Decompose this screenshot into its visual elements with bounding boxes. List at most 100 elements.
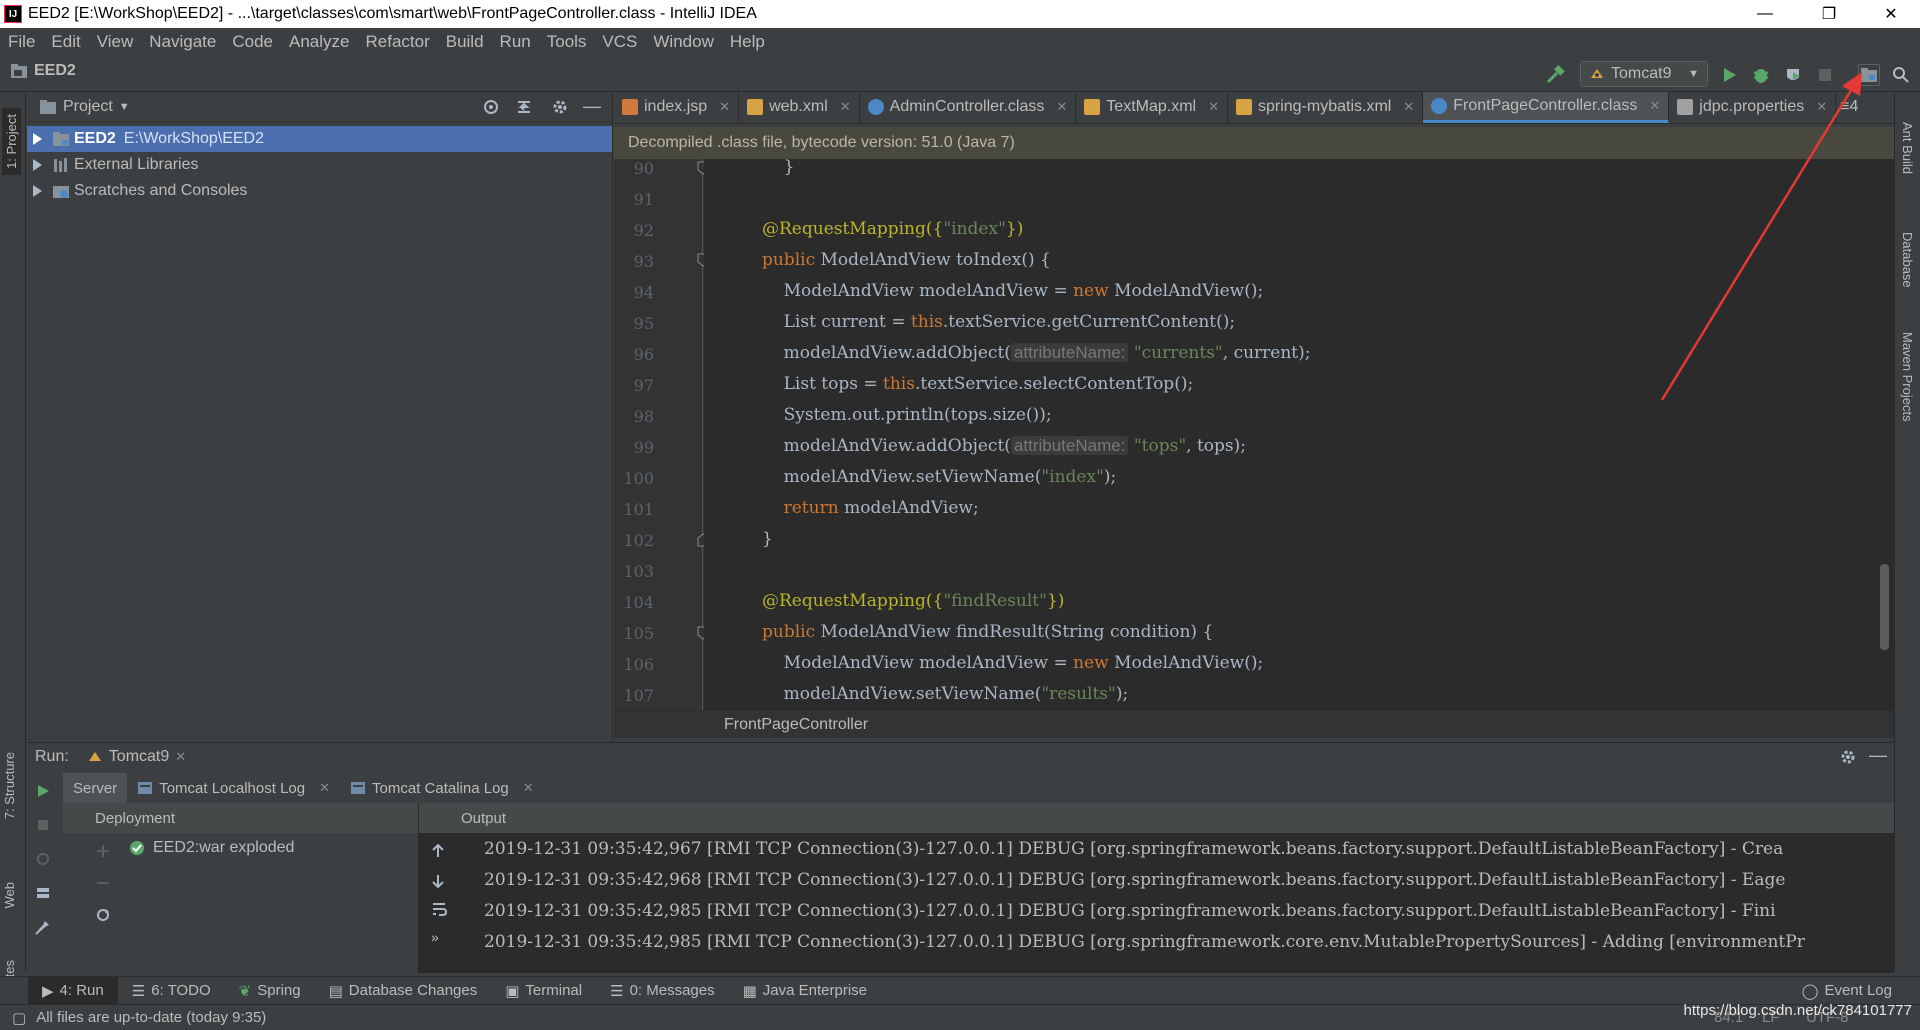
gear-icon[interactable] bbox=[551, 98, 569, 116]
tree-item-external-libraries[interactable]: External Libraries bbox=[27, 152, 612, 178]
close-tab-icon[interactable]: ✕ bbox=[1816, 99, 1827, 115]
tree-item-path: E:\WorkShop\EED2 bbox=[123, 130, 265, 147]
close-tab-icon[interactable]: ✕ bbox=[1403, 99, 1414, 115]
nav-project-crumb[interactable]: EED2 bbox=[10, 62, 76, 80]
tab-tomcat-localhost-log[interactable]: Tomcat Localhost Log ✕ bbox=[127, 773, 340, 803]
restore-button[interactable]: ❐ bbox=[1806, 0, 1852, 28]
console-output[interactable]: » 2019-12-31 09:35:42,967 [RMI TCP Conne… bbox=[419, 833, 1894, 973]
tab-label: Tomcat Localhost Log bbox=[159, 779, 306, 797]
tab-index-jsp[interactable]: index.jsp ✕ bbox=[614, 92, 740, 123]
maven-projects-tool-button[interactable]: Maven Projects bbox=[1900, 332, 1915, 422]
sync-icon[interactable] bbox=[95, 907, 111, 923]
tab-tomcat-catalina-log[interactable]: Tomcat Catalina Log ✕ bbox=[340, 773, 544, 803]
tool-window-spring[interactable]: ❦ Spring bbox=[225, 977, 315, 1005]
gear-icon[interactable] bbox=[1839, 748, 1857, 766]
stop-icon[interactable] bbox=[1814, 64, 1836, 86]
run-with-coverage-icon[interactable] bbox=[1782, 64, 1804, 86]
log-line: 2019-12-31 09:35:42,968 [RMI TCP Connect… bbox=[484, 870, 1786, 890]
close-tab-icon[interactable]: ✕ bbox=[1208, 99, 1219, 115]
hide-panel-icon[interactable]: — bbox=[583, 96, 601, 117]
tool-window-terminal[interactable]: ▣ Terminal bbox=[491, 977, 596, 1005]
structure-tool-button[interactable]: 7: Structure bbox=[2, 752, 17, 819]
build-hammer-icon[interactable] bbox=[1544, 64, 1566, 86]
hide-panel-icon[interactable]: — bbox=[1869, 745, 1887, 766]
run-configuration-select[interactable]: Tomcat9 ▼ bbox=[1580, 61, 1708, 87]
debug-icon[interactable] bbox=[1750, 64, 1772, 86]
locate-icon[interactable] bbox=[482, 98, 500, 116]
menu-vcs[interactable]: VCS bbox=[594, 32, 645, 52]
run-icon[interactable] bbox=[1718, 64, 1740, 86]
close-tab-icon[interactable]: ✕ bbox=[1649, 98, 1660, 114]
expand-arrow-icon[interactable] bbox=[33, 185, 42, 197]
tree-item-eed2[interactable]: EED2 E:\WorkShop\EED2 bbox=[27, 126, 612, 152]
tool-window-java-enterprise[interactable]: ▦ Java Enterprise bbox=[729, 977, 881, 1005]
scroll-up-icon[interactable] bbox=[431, 843, 445, 859]
web-tool-button[interactable]: Web bbox=[2, 882, 17, 909]
menu-refactor[interactable]: Refactor bbox=[357, 32, 437, 52]
menu-analyze[interactable]: Analyze bbox=[281, 32, 357, 52]
collapse-all-icon[interactable] bbox=[515, 98, 533, 116]
code-editor[interactable]: } @RequestMapping({"index"}) public Mode… bbox=[704, 159, 1894, 710]
close-tab-icon[interactable]: ✕ bbox=[523, 780, 534, 796]
menu-build[interactable]: Build bbox=[438, 32, 492, 52]
tool-window-todo[interactable]: ☰ 6: TODO bbox=[118, 977, 225, 1005]
tab-server[interactable]: Server bbox=[63, 773, 128, 803]
project-panel-title[interactable]: Project bbox=[63, 98, 113, 116]
status-toggle-icon[interactable]: ▢ bbox=[12, 1009, 26, 1027]
menu-window[interactable]: Window bbox=[645, 32, 721, 52]
expand-arrow-icon[interactable] bbox=[33, 133, 42, 145]
expand-arrow-icon[interactable] bbox=[33, 159, 42, 171]
menu-help[interactable]: Help bbox=[722, 32, 773, 52]
more-actions-icon[interactable]: » bbox=[431, 929, 439, 945]
close-tab-icon[interactable]: ✕ bbox=[840, 99, 851, 115]
module-folder-icon bbox=[53, 132, 69, 146]
project-tool-button[interactable]: 1: Project bbox=[2, 108, 21, 175]
pin-icon[interactable] bbox=[35, 919, 51, 935]
event-log-button[interactable]: ◯ Event Log bbox=[1788, 977, 1906, 1005]
menu-code[interactable]: Code bbox=[224, 32, 281, 52]
editor-scrollbar-thumb[interactable] bbox=[1880, 564, 1889, 650]
menu-tools[interactable]: Tools bbox=[539, 32, 595, 52]
jsp-file-icon bbox=[622, 99, 638, 115]
close-button[interactable]: ✕ bbox=[1868, 0, 1914, 28]
layout-icon[interactable] bbox=[35, 885, 51, 901]
tab-frontpage-controller[interactable]: FrontPageController.class ✕ bbox=[1423, 92, 1670, 123]
deploy-icon[interactable] bbox=[95, 843, 111, 859]
editor-breadcrumb[interactable]: FrontPageController bbox=[724, 716, 868, 734]
refresh-icon[interactable] bbox=[35, 851, 51, 867]
tab-textmap-xml[interactable]: TextMap.xml ✕ bbox=[1076, 92, 1228, 123]
close-tab-icon[interactable]: ✕ bbox=[719, 99, 730, 115]
close-tab-icon[interactable]: ✕ bbox=[175, 749, 186, 765]
menu-navigate[interactable]: Navigate bbox=[141, 32, 224, 52]
minimize-button[interactable]: — bbox=[1742, 0, 1788, 28]
deployment-list: EED2:war exploded bbox=[63, 833, 419, 973]
tab-jdpc-properties[interactable]: jdpc.properties ✕ bbox=[1669, 92, 1837, 123]
tool-window-database-changes[interactable]: ▤ Database Changes bbox=[315, 977, 492, 1005]
tab-overflow-button[interactable]: ≡4 bbox=[1836, 92, 1862, 123]
rerun-icon[interactable] bbox=[35, 783, 51, 799]
deployment-item[interactable]: EED2:war exploded bbox=[129, 839, 294, 857]
scroll-down-icon[interactable] bbox=[431, 873, 445, 889]
undeploy-icon[interactable] bbox=[95, 875, 111, 891]
tab-admin-controller[interactable]: AdminController.class ✕ bbox=[860, 92, 1077, 123]
tool-window-run[interactable]: ▶ 4: Run bbox=[28, 976, 118, 1005]
menu-view[interactable]: View bbox=[89, 32, 142, 52]
stop-icon[interactable] bbox=[35, 817, 51, 833]
search-everywhere-icon[interactable] bbox=[1890, 64, 1912, 86]
close-tab-icon[interactable]: ✕ bbox=[319, 780, 330, 796]
tool-window-messages[interactable]: ☰ 0: Messages bbox=[596, 977, 729, 1005]
ant-build-tool-button[interactable]: Ant Build bbox=[1900, 122, 1915, 174]
tab-web-xml[interactable]: web.xml ✕ bbox=[739, 92, 860, 123]
left-tool-stripe: 1: Project 7: Structure Web 2: Favorites bbox=[0, 92, 26, 1028]
project-structure-icon[interactable] bbox=[1858, 64, 1880, 86]
close-tab-icon[interactable]: ✕ bbox=[1056, 99, 1067, 115]
soft-wrap-icon[interactable] bbox=[431, 901, 447, 917]
menu-run[interactable]: Run bbox=[492, 32, 539, 52]
database-tool-button[interactable]: Database bbox=[1900, 232, 1915, 288]
tab-spring-mybatis-xml[interactable]: spring-mybatis.xml ✕ bbox=[1228, 92, 1424, 123]
menu-edit[interactable]: Edit bbox=[43, 32, 88, 52]
tree-item-scratches[interactable]: Scratches and Consoles bbox=[27, 178, 612, 204]
menu-file[interactable]: File bbox=[0, 32, 43, 52]
chevron-down-icon[interactable]: ▼ bbox=[119, 101, 130, 113]
run-config-tab[interactable]: Tomcat9 ✕ bbox=[79, 748, 194, 766]
